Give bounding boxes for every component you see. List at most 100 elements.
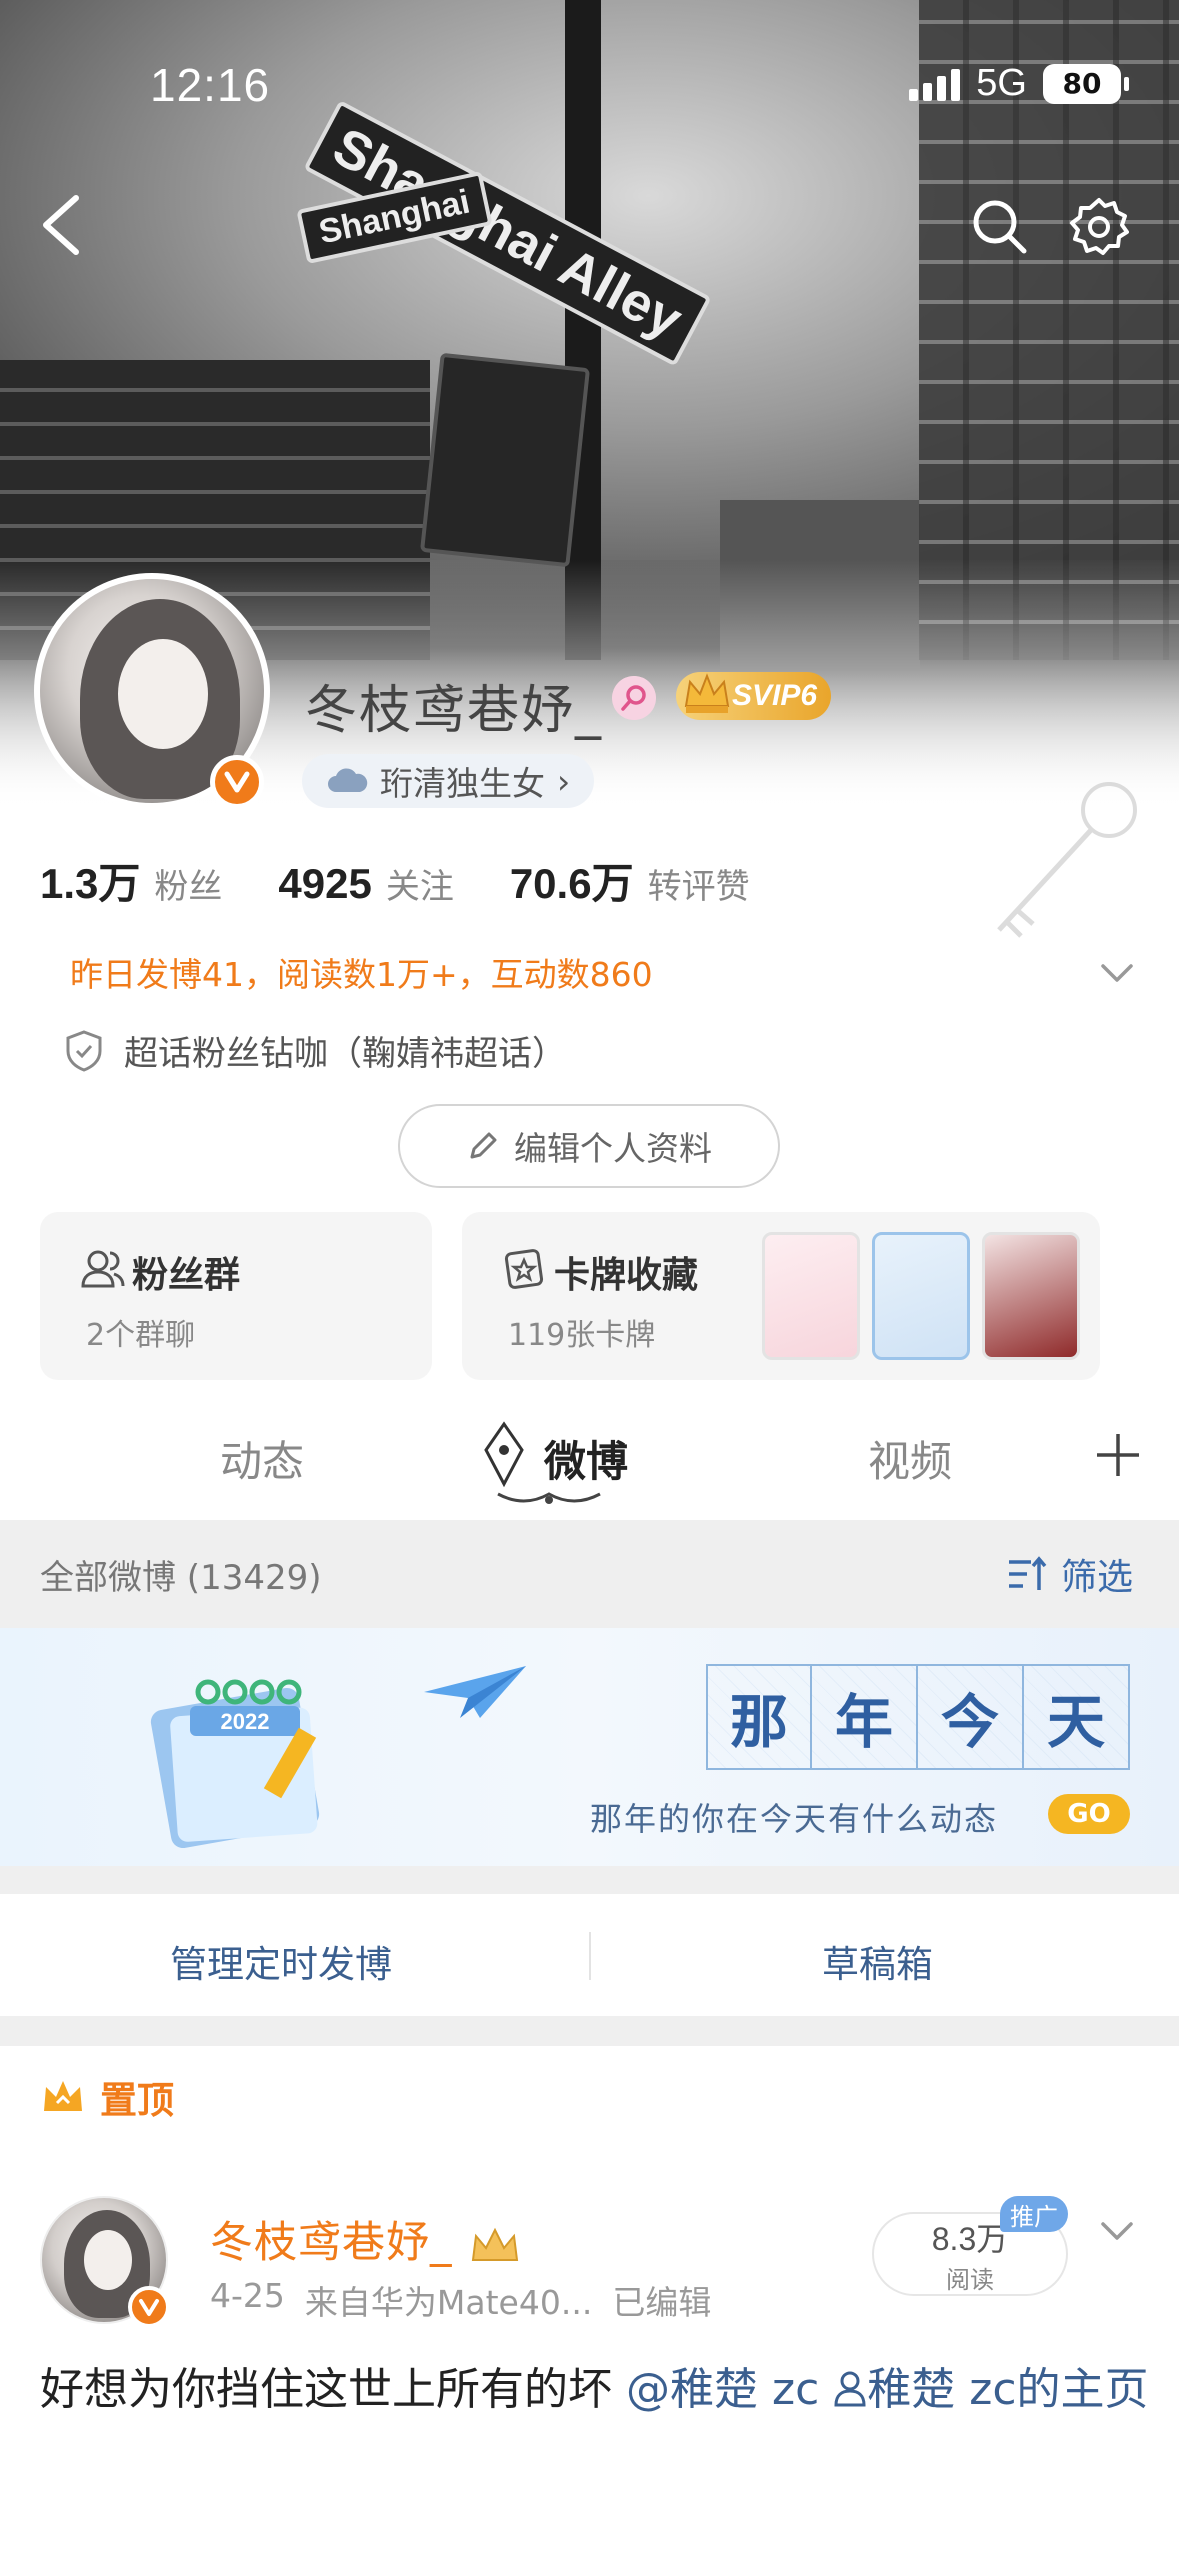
person-icon	[834, 2371, 866, 2407]
post-author-name[interactable]: 冬枝鸢巷妤_	[210, 2208, 523, 2270]
stat-label: 关注	[385, 867, 454, 907]
avatar-face	[84, 2230, 132, 2290]
banner-title: 那 年 今 天	[706, 1664, 1130, 1770]
chain-decoration-icon	[497, 1492, 601, 1504]
cloud-icon	[328, 768, 368, 792]
verified-v-icon	[210, 755, 264, 809]
banner-title-char: 年	[812, 1664, 918, 1770]
region-tag[interactable]: 珩清独生女 ›	[302, 754, 595, 808]
region-chevron: ›	[557, 761, 571, 801]
paper-plane-icon	[424, 1666, 526, 1718]
divider	[589, 1932, 591, 1980]
avatar-face	[118, 639, 208, 749]
crown-icon	[472, 2227, 519, 2261]
fans-group-subtitle: 2个群聊	[86, 1318, 196, 1353]
fans-group-title: 粉丝群	[132, 1255, 241, 1296]
shield-icon	[66, 1029, 102, 1072]
crown-icon	[44, 2081, 82, 2111]
section-divider	[0, 1866, 1179, 1894]
card-collection-subtitle: 119张卡牌	[508, 1318, 656, 1353]
daily-summary[interactable]: 昨日发博41，阅读数1万+，互动数860	[70, 948, 653, 996]
post-filter-bar: 全部微博 (13429) 筛选	[0, 1520, 1179, 1628]
chevron-down-icon[interactable]	[1095, 2208, 1139, 2252]
stat-following[interactable]: 4925 关注	[278, 859, 453, 908]
banner-subtitle: 那年的你在今天有什么动态	[590, 1800, 999, 1838]
pencil-icon	[470, 1132, 497, 1159]
tab-activity[interactable]: 动态	[220, 1428, 304, 1489]
supertopic-label: 超话粉丝钻咖（鞠婧祎超话）	[124, 1034, 566, 1074]
filter-label: 筛选	[1060, 1557, 1133, 1598]
scheduled-posts-button[interactable]: 管理定时发博	[170, 1934, 392, 1988]
post-body: 好想为你挡住这世上所有的坏 @稚楚 zc 稚楚 zc的主页	[40, 2356, 1150, 2424]
key-decoration-icon	[997, 782, 1137, 938]
gear-icon[interactable]	[1069, 196, 1129, 256]
post-profile-link-text: 稚楚 zc的主页	[867, 2364, 1149, 2415]
banner-title-char: 天	[1024, 1664, 1130, 1770]
network-type: 5G	[976, 62, 1027, 104]
calendar-year: 2022	[221, 1709, 270, 1734]
supertopic-badge[interactable]: 超话粉丝钻咖（鞠婧祎超话）	[64, 1026, 566, 1075]
post-text: 好想为你挡住这世上所有的坏	[40, 2364, 626, 2415]
calendar-icon: 2022	[150, 1679, 320, 1848]
signal-icon	[909, 67, 961, 101]
stat-value: 1.3万	[40, 860, 141, 907]
tab-weibo[interactable]: 微博	[544, 1428, 628, 1489]
filter-button[interactable]: 筛选	[1005, 1548, 1133, 1600]
status-time: 12:16	[150, 59, 271, 111]
tab-video[interactable]: 视频	[868, 1428, 952, 1489]
cover-traffic-sign	[419, 352, 591, 568]
card-collection-card[interactable]: 卡牌收藏 119张卡牌	[462, 1212, 1100, 1380]
plus-icon[interactable]	[1091, 1428, 1145, 1482]
fans-group-card[interactable]: 粉丝群 2个群聊	[40, 1212, 432, 1380]
stat-value: 70.6万	[509, 860, 634, 907]
svip-level: SVIP6	[732, 679, 818, 712]
pinned-text: 置顶	[100, 2079, 174, 2122]
search-icon[interactable]	[969, 196, 1029, 256]
verified-v-icon	[128, 2286, 170, 2328]
post-author-name-text: 冬枝鸢巷妤_	[210, 2218, 453, 2268]
all-posts-count[interactable]: 全部微博 (13429)	[40, 1550, 322, 1599]
post-profile-link[interactable]: 稚楚 zc的主页	[833, 2364, 1149, 2415]
profile-username: 冬枝鸢巷妤_	[305, 681, 604, 741]
read-count-value: 8.3万	[931, 2220, 1009, 2257]
banner-title-char: 今	[918, 1664, 1024, 1770]
banner-title-char: 那	[706, 1664, 812, 1770]
stat-interactions[interactable]: 70.6万 转评赞	[510, 850, 750, 911]
svip-badge[interactable]: SVIP6	[676, 672, 832, 720]
stat-label: 粉丝	[154, 867, 223, 907]
banner-go-button[interactable]: GO	[1048, 1794, 1130, 1834]
battery-icon: 80	[1043, 63, 1129, 104]
post-actions-bar: 管理定时发博 草稿箱	[0, 1894, 1179, 2016]
stat-label: 转评赞	[647, 867, 750, 907]
drafts-button[interactable]: 草稿箱	[822, 1934, 933, 1988]
card-thumbnail	[762, 1232, 860, 1360]
female-icon	[612, 676, 656, 720]
on-this-day-banner[interactable]: 2022 那 年 今 天 那年的你在今天有什么动态 GO	[0, 1628, 1179, 1866]
crown-icon	[684, 673, 730, 713]
card-thumbnail	[982, 1232, 1080, 1360]
post-meta: 4-25 来自华为Mate40... 已编辑	[210, 2276, 711, 2324]
filter-sort-icon	[1008, 1556, 1047, 1590]
pinned-label: 置顶	[40, 2070, 174, 2124]
profile-page: Shanghai Alley Shanghai 12:16 5G 80 冬枝鸢巷…	[0, 0, 1179, 2556]
card-star-icon	[504, 1249, 544, 1289]
battery-level: 80	[1062, 67, 1102, 100]
edit-profile-button[interactable]: 编辑个人资料	[398, 1104, 780, 1188]
post-date: 4-25	[210, 2276, 285, 2315]
group-icon	[81, 1250, 125, 1288]
chevron-down-icon[interactable]	[1095, 950, 1139, 994]
post-edited[interactable]: 已编辑	[612, 2276, 711, 2324]
pen-nib-icon	[484, 1421, 524, 1488]
post-mention-link[interactable]: @稚楚 zc	[626, 2364, 819, 2415]
section-divider	[0, 2016, 1179, 2046]
region-label: 珩清独生女	[380, 764, 545, 803]
promote-tag[interactable]: 推广	[1000, 2196, 1068, 2232]
card-collection-title: 卡牌收藏	[554, 1255, 699, 1296]
chevron-left-icon[interactable]	[32, 190, 92, 260]
status-indicators: 5G 80	[909, 62, 1129, 105]
profile-tabs: 动态 微博 视频	[0, 1398, 1179, 1520]
read-count-label: 阅读	[946, 2265, 994, 2294]
post-source[interactable]: 来自华为Mate40...	[305, 2276, 592, 2324]
stat-value: 4925	[278, 860, 372, 907]
stat-followers[interactable]: 1.3万 粉丝	[40, 850, 222, 911]
